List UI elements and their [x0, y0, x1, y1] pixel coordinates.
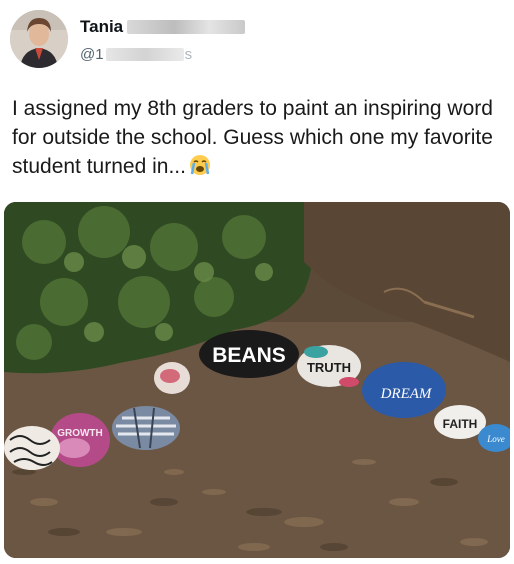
author-name[interactable]: Tania: [80, 17, 123, 37]
growth-label: GROWTH: [57, 428, 103, 439]
loudly-crying-face-icon: [189, 154, 211, 176]
avatar[interactable]: [10, 10, 68, 68]
dream-label: DREAM: [380, 386, 433, 402]
beans-rock: BEANS: [199, 330, 299, 378]
author-handle-tail: s: [184, 45, 193, 63]
growth-rock: GROWTH: [50, 413, 110, 467]
tweet-body: I assigned my 8th graders to paint an in…: [12, 97, 493, 178]
dream-rock: DREAM: [362, 362, 446, 418]
truth-rock: TRUTH: [297, 345, 361, 387]
striped-rock: [112, 406, 180, 450]
beans-label: BEANS: [212, 344, 286, 367]
tweet-header: Tania @ 1 s: [8, 8, 506, 74]
tweet-photo[interactable]: BEANS TRUTH DREAM FAITH Love GROWTH: [4, 202, 510, 558]
patterned-rock: [4, 426, 60, 470]
love-label: Love: [486, 434, 505, 444]
faith-rock: FAITH: [434, 405, 486, 439]
redacted-name-bar: [127, 20, 246, 34]
tweet-text: I assigned my 8th graders to paint an in…: [12, 94, 506, 181]
truth-label: TRUTH: [307, 360, 351, 375]
redacted-handle-bar: [105, 47, 184, 61]
faith-label: FAITH: [443, 417, 478, 431]
author-handle-prefix[interactable]: @: [80, 46, 95, 63]
author-handle-visible[interactable]: 1: [95, 46, 103, 63]
